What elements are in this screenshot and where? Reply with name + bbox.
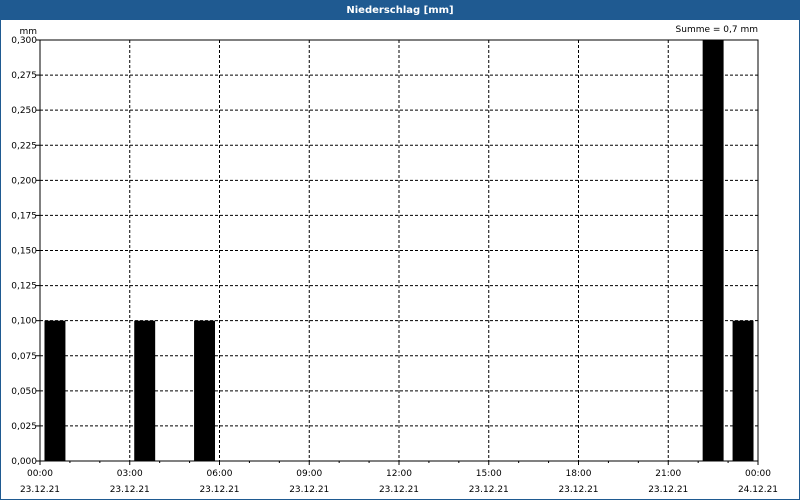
x-tick-date: 23.12.21 bbox=[648, 485, 688, 495]
x-tick-time: 00:00 bbox=[745, 469, 771, 479]
x-tick-date: 23.12.21 bbox=[199, 485, 239, 495]
y-tick-label: 0,050 bbox=[11, 387, 37, 397]
x-tick-time: 18:00 bbox=[566, 469, 592, 479]
x-tick-date: 23.12.21 bbox=[469, 485, 509, 495]
y-tick-label: 0,250 bbox=[11, 106, 37, 116]
x-tick-date: 23.12.21 bbox=[20, 485, 60, 495]
y-tick-label: 0,000 bbox=[11, 457, 37, 467]
x-tick-date: 23.12.21 bbox=[379, 485, 419, 495]
x-tick-time: 06:00 bbox=[207, 469, 233, 479]
x-tick-date: 23.12.21 bbox=[558, 485, 598, 495]
y-tick-label: 0,150 bbox=[11, 247, 37, 257]
bar bbox=[194, 320, 216, 461]
y-tick-label: 0,075 bbox=[11, 352, 37, 362]
y-tick-label: 0,100 bbox=[11, 317, 37, 327]
x-tick-time: 03:00 bbox=[117, 469, 143, 479]
y-tick-label: 0,200 bbox=[11, 176, 37, 186]
y-tick-label: 0,025 bbox=[11, 422, 37, 432]
y-tick-label: 0,175 bbox=[11, 211, 37, 221]
x-tick-date: 24.12.21 bbox=[738, 485, 778, 495]
y-tick-label: 0,225 bbox=[11, 141, 37, 151]
x-tick-time: 09:00 bbox=[296, 469, 322, 479]
y-tick-label: 0,300 bbox=[11, 36, 37, 46]
y-axis-unit: mm bbox=[19, 27, 37, 37]
x-tick-time: 12:00 bbox=[386, 469, 412, 479]
x-tick-date: 23.12.21 bbox=[110, 485, 150, 495]
y-tick-label: 0,125 bbox=[11, 282, 37, 292]
bar bbox=[44, 320, 66, 461]
y-tick-label: 0,275 bbox=[11, 71, 37, 81]
x-tick-time: 21:00 bbox=[655, 469, 681, 479]
bar-chart: 0,000 0,025 0,050 0,075 0,100 0,125 0,150 0,175… bbox=[11, 27, 778, 495]
bar bbox=[732, 320, 754, 461]
x-tick-time: 00:00 bbox=[27, 469, 53, 479]
x-tick-time: 15:00 bbox=[476, 469, 502, 479]
x-tick-date: 23.12.21 bbox=[289, 485, 329, 495]
bar bbox=[702, 40, 724, 461]
bar bbox=[134, 320, 156, 461]
